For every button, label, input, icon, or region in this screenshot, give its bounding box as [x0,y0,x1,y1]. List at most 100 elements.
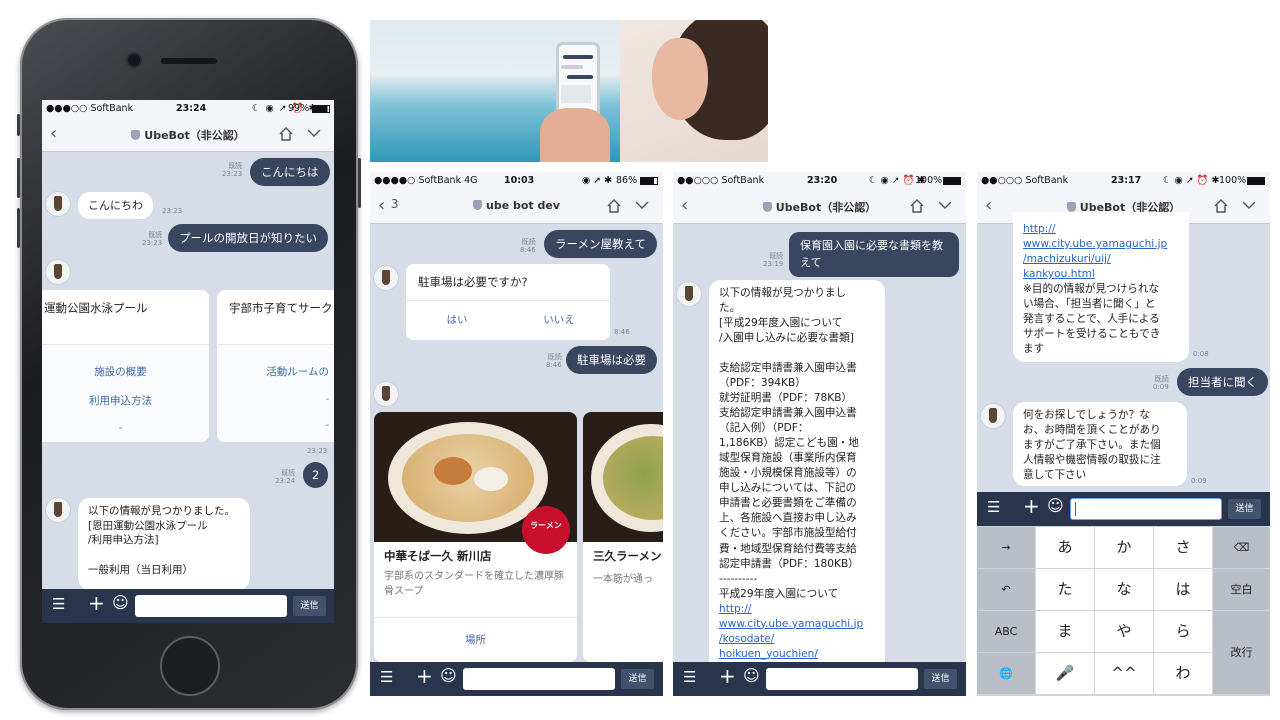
key-r3-3[interactable]: ら [1154,611,1212,652]
key-r2-1[interactable]: た [1036,569,1094,610]
reply-link[interactable]: http:// www.city.ube.yamaguchi.jp/machizu… [1023,222,1179,282]
status-bar: ●●○○○ SoftBank 23:20 ☾ ◉ ➚ ⏰ ✱ 100% [673,172,966,190]
key-r1-4[interactable]: ⌫ [1213,527,1270,568]
reply-link-line: /kosodate/ [719,632,775,645]
card-link[interactable]: 活動ルームの [217,357,334,386]
chevron-down-icon[interactable] [937,198,953,212]
reply-line: お、お時間を頂くことがあり [1023,424,1161,437]
message-input[interactable] [766,668,918,690]
outgoing-message: 担当者に聞く [1177,368,1268,396]
send-button[interactable]: 送信 [924,669,957,689]
outgoing-message: こんにちは [250,158,330,186]
status-bar: ●●●○○ SoftBank 23:24 ☾ ◉ ➚ ⏰ ✱ 99% [42,100,334,118]
card-link: - [325,393,329,405]
restaurant-card[interactable]: 三久ラーメン 一本筋が通っ [583,412,663,662]
menu-icon[interactable]: ☰ [987,498,1000,516]
power-button [358,158,361,208]
clock: 23:17 [1111,175,1142,186]
reply-link-line: /machizukuri/uij/ [1023,253,1111,266]
key-r3-0[interactable]: ABC [977,611,1035,652]
key-r1-1[interactable]: あ [1036,527,1094,568]
reply-link-line: www.city.ube.yamaguchi.jp [1023,238,1168,251]
emoji-icon[interactable]: ☺ [440,666,457,685]
key-r3-2[interactable]: や [1095,611,1153,652]
reply-line: /入園申し込みに必要な書類] [719,332,854,345]
reply-line: 申し込みについては、下記の [719,482,857,495]
key-r3-1[interactable]: ま [1036,611,1094,652]
key-r1-0[interactable]: → [977,527,1035,568]
message-input[interactable] [135,595,287,617]
ramen-photo [583,412,663,542]
reply-line: ますがご了承下さい。また個 [1023,439,1161,452]
home-button[interactable] [160,636,220,696]
chat-screen-1: ●●●○○ SoftBank 23:24 ☾ ◉ ➚ ⏰ ✱ 99% ‹ Ube… [42,100,334,623]
home-icon[interactable] [606,198,622,214]
outgoing-message: 駐車場は必要 [566,346,657,374]
status-bar: ●●○○○ SoftBank 23:17 ☾ ◉ ➚ ⏰ ✱ 100% [977,172,1270,190]
location-link[interactable]: 場所 [374,617,577,647]
send-button[interactable]: 送信 [293,596,326,616]
message-meta: 既読 23:23 [222,162,243,179]
menu-icon[interactable]: ☰ [380,668,393,686]
card-link[interactable]: 利用申込方法 [42,386,209,415]
reply-line: ます [1023,343,1045,356]
reply-line: 何をお探しでしょうか？な [1023,409,1150,421]
key-r2-3[interactable]: は [1154,569,1212,610]
text-cursor [1075,502,1076,516]
key-r4-3[interactable]: わ [1154,653,1212,694]
battery-icon [640,177,658,185]
message-time: 0:09 [1191,477,1207,485]
card-link[interactable]: 施設の概要 [42,357,209,386]
reply-text: 以下の情報が見つかりまし た。 [平成29年度入園について/入園申し込みに必要な書類… [719,286,875,602]
key-r2-4[interactable]: 空白 [1213,569,1270,610]
emoji-icon[interactable]: ☺ [743,666,760,685]
plus-icon[interactable]: + [88,591,105,615]
reply-line: 上、各施設へ直接お申し込み [719,512,857,525]
restaurant-name: 中華そば一久 新川店 [384,549,492,563]
message-time: 0:08 [1193,350,1209,358]
reply-line: 費・地域型保育給付費等支給 [719,542,857,555]
send-button[interactable]: 送信 [1228,499,1261,519]
chevron-down-icon[interactable] [634,198,650,212]
key-r2-0[interactable]: ↶ [977,569,1035,610]
plus-icon[interactable]: + [416,664,433,688]
home-icon[interactable] [1213,198,1229,214]
plus-icon[interactable]: + [719,664,736,688]
key-r4-0[interactable]: 🌐 [977,653,1035,694]
battery-icon [1247,177,1265,185]
input-bar: ☰ + ☺ 送信 [673,662,966,696]
key-r4-2[interactable]: ^^ [1095,653,1153,694]
message-input[interactable] [1070,498,1222,520]
reply-link[interactable]: http:// www.city.ube.yamaguchi.jp/kosodat… [719,602,875,662]
card-link: - [118,422,123,434]
message-input[interactable] [463,668,615,690]
home-icon[interactable] [909,198,925,214]
yes-button[interactable]: はい [406,312,508,327]
key-r1-3[interactable]: さ [1154,527,1212,568]
key-r4-1[interactable]: 🎤 [1036,653,1094,694]
plus-icon[interactable]: + [1023,494,1040,518]
battery-percent: 99% [288,103,310,114]
reply-line: た。 [719,302,741,315]
emoji-icon[interactable]: ☺ [112,593,129,612]
key-r1-2[interactable]: か [1095,527,1153,568]
menu-icon[interactable]: ☰ [683,668,696,686]
restaurant-description: 一本筋が通っ [593,574,653,585]
restaurant-card[interactable]: ラーメン 中華そば一久 新川店 宇部系のスタンダードを確立した濃厚豚骨スープ 場… [374,412,577,662]
home-icon[interactable] [278,126,294,142]
menu-icon[interactable]: ☰ [52,595,65,613]
reply-link-line: www.city.ube.yamaguchi.jp [719,617,864,630]
card-link: - [325,419,329,431]
bot-avatar [46,498,70,522]
chevron-down-icon[interactable] [1241,198,1257,212]
no-button[interactable]: いいえ [508,312,610,327]
chevron-down-icon[interactable] [306,126,322,140]
reply-line: 人情報や機密情報の取扱に注 [1023,454,1161,467]
send-button[interactable]: 送信 [621,669,654,689]
status-icons: ◉ ➚ ✱ [582,175,613,186]
emoji-icon[interactable]: ☺ [1047,496,1064,515]
incoming-message: 以下の情報が見つかりました。 [恩田運動公園水泳プール /利用申込方法] 一般利… [78,498,250,590]
key-r2-2[interactable]: な [1095,569,1153,610]
message-time: 23:23 [307,447,328,455]
key-r3-4[interactable]: 改行 [1213,611,1270,694]
